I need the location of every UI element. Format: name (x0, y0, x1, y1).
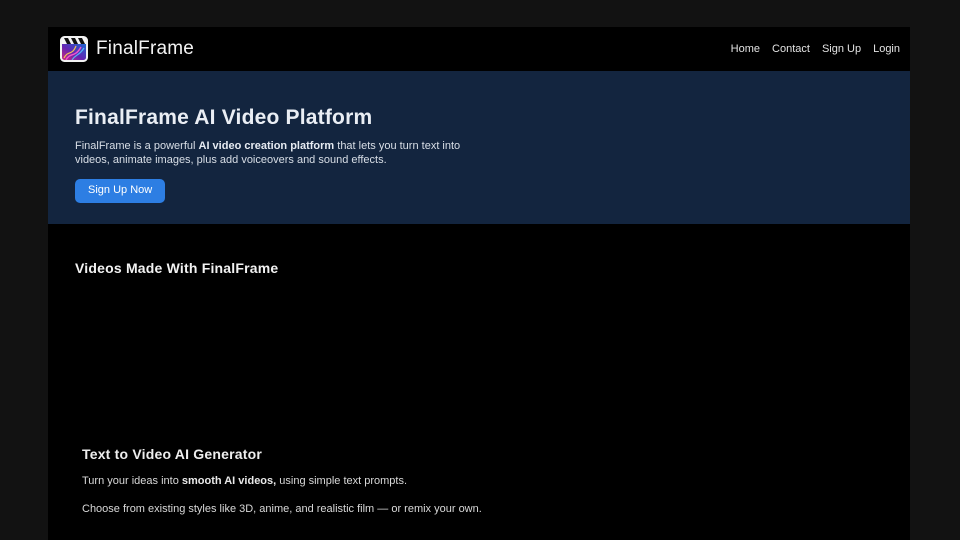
main-content: Videos Made With FinalFrame Text to Vide… (48, 224, 910, 540)
hero-section: FinalFrame AI Video Platform FinalFrame … (48, 71, 910, 224)
brand-name: FinalFrame (96, 38, 194, 60)
videos-grid (48, 276, 910, 447)
signup-now-button[interactable]: Sign Up Now (75, 179, 165, 203)
text-to-video-section: Text to Video AI Generator Turn your ide… (48, 447, 910, 515)
navbar: FinalFrame Home Contact Sign Up Login (48, 27, 910, 71)
nav-links: Home Contact Sign Up Login (731, 43, 900, 55)
nav-link-home[interactable]: Home (731, 43, 760, 55)
t2v-line1-bold: smooth AI videos, (182, 475, 276, 487)
hero-title: FinalFrame AI Video Platform (75, 105, 870, 130)
text-to-video-line1: Turn your ideas into smooth AI videos, u… (82, 475, 910, 487)
nav-link-contact[interactable]: Contact (772, 43, 810, 55)
text-to-video-heading: Text to Video AI Generator (82, 447, 910, 462)
t2v-line1-pre: Turn your ideas into (82, 475, 182, 487)
hero-description: FinalFrame is a powerful AI video creati… (75, 140, 473, 167)
hero-description-pre: FinalFrame is a powerful (75, 140, 199, 152)
text-to-video-line2: Choose from existing styles like 3D, ani… (82, 503, 910, 515)
hero-description-bold: AI video creation platform (199, 140, 335, 152)
nav-link-signup[interactable]: Sign Up (822, 43, 861, 55)
videos-section-heading: Videos Made With FinalFrame (75, 260, 910, 276)
nav-link-login[interactable]: Login (873, 43, 900, 55)
page-container: FinalFrame Home Contact Sign Up Login Fi… (48, 27, 910, 540)
clapperboard-icon (60, 36, 88, 62)
brand-logo[interactable]: FinalFrame (60, 36, 194, 62)
t2v-line1-post: using simple text prompts. (276, 475, 407, 487)
